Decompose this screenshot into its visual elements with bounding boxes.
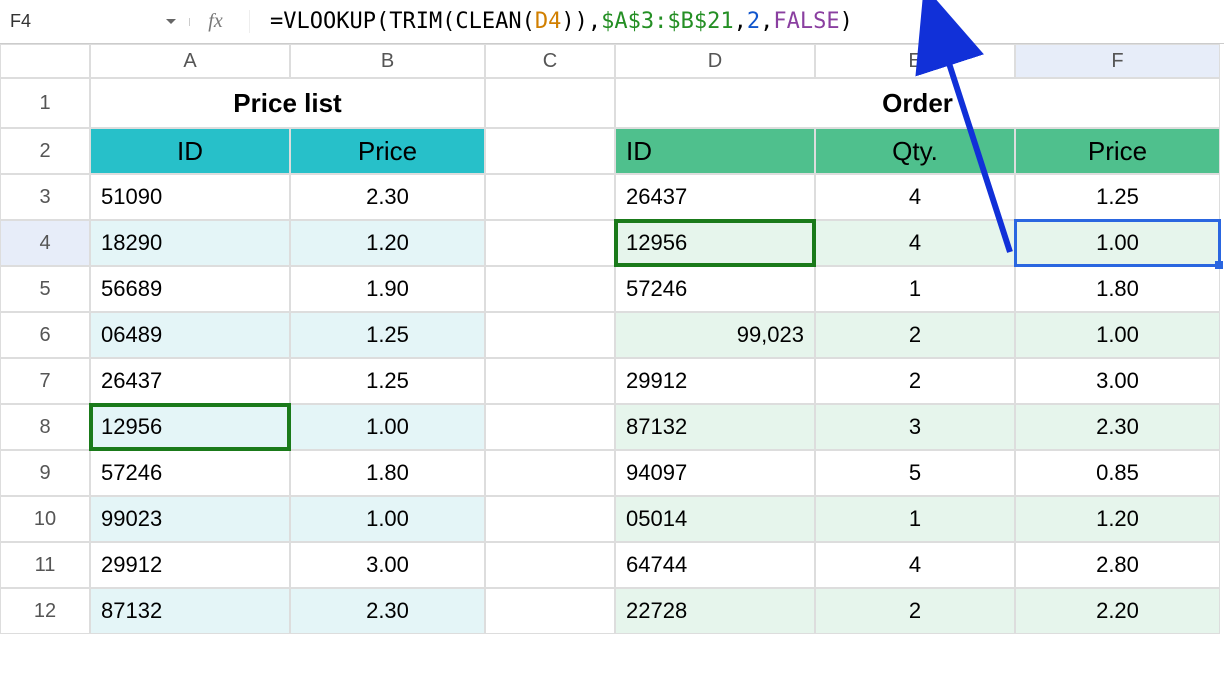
cell-C3[interactable] [485,174,615,220]
col-header-A[interactable]: A [90,44,290,78]
cell-C5[interactable] [485,266,615,312]
cell-F5[interactable]: 1.80 [1015,266,1220,312]
col-header-E[interactable]: E [815,44,1015,78]
cell-F12[interactable]: 2.20 [1015,588,1220,634]
col-header-F[interactable]: F [1015,44,1220,78]
row-header-10[interactable]: 10 [0,496,90,542]
cell-A6[interactable]: 06489 [90,312,290,358]
header-id-d[interactable]: ID [615,128,815,174]
header-id-a[interactable]: ID [90,128,290,174]
row-header-6[interactable]: 6 [0,312,90,358]
cell-B4[interactable]: 1.20 [290,220,485,266]
cell-C6[interactable] [485,312,615,358]
cell-D3[interactable]: 26437 [615,174,815,220]
cell-A12[interactable]: 87132 [90,588,290,634]
row-header-12[interactable]: 12 [0,588,90,634]
cell-F6[interactable]: 1.00 [1015,312,1220,358]
cell-E6[interactable]: 2 [815,312,1015,358]
cell-B11[interactable]: 3.00 [290,542,485,588]
cell-A10[interactable]: 99023 [90,496,290,542]
row-header-1[interactable]: 1 [0,78,90,128]
header-price-f[interactable]: Price [1015,128,1220,174]
name-box-dropdown-icon[interactable] [90,18,190,26]
header-price-b[interactable]: Price [290,128,485,174]
cell-E9[interactable]: 5 [815,450,1015,496]
select-all-corner[interactable] [0,44,90,78]
row-header-3[interactable]: 3 [0,174,90,220]
cell-E4[interactable]: 4 [815,220,1015,266]
cell-B9[interactable]: 1.80 [290,450,485,496]
cell-F9[interactable]: 0.85 [1015,450,1220,496]
cell-F10[interactable]: 1.20 [1015,496,1220,542]
cell-A11[interactable]: 29912 [90,542,290,588]
cell-D4[interactable]: 12956 [615,220,815,266]
cell-B12[interactable]: 2.30 [290,588,485,634]
cell-F3[interactable]: 1.25 [1015,174,1220,220]
cell-D9[interactable]: 94097 [615,450,815,496]
cell-A9[interactable]: 57246 [90,450,290,496]
row-header-9[interactable]: 9 [0,450,90,496]
cell-C8[interactable] [485,404,615,450]
cell-D10[interactable]: 05014 [615,496,815,542]
cell-A3[interactable]: 51090 [90,174,290,220]
header-qty-e[interactable]: Qty. [815,128,1015,174]
cell-D12[interactable]: 22728 [615,588,815,634]
cell-F11[interactable]: 2.80 [1015,542,1220,588]
cell-D11[interactable]: 64744 [615,542,815,588]
cell-F4[interactable]: 1.00 [1015,220,1220,266]
title-price-list[interactable]: Price list [90,78,485,128]
cell-E10[interactable]: 1 [815,496,1015,542]
cell-A4[interactable]: 18290 [90,220,290,266]
cell-C1[interactable] [485,78,615,128]
cell-A5[interactable]: 56689 [90,266,290,312]
spreadsheet-grid[interactable]: A B C D E F 1 Price list Order 2 ID Pric… [0,44,1224,634]
row-header-8[interactable]: 8 [0,404,90,450]
row-header-4[interactable]: 4 [0,220,90,266]
cell-F7[interactable]: 3.00 [1015,358,1220,404]
cell-E11[interactable]: 4 [815,542,1015,588]
cell-E12[interactable]: 2 [815,588,1015,634]
cell-B6[interactable]: 1.25 [290,312,485,358]
cell-A7[interactable]: 26437 [90,358,290,404]
cell-C12[interactable] [485,588,615,634]
col-header-D[interactable]: D [615,44,815,78]
fx-icon: fx [190,10,250,33]
cell-C7[interactable] [485,358,615,404]
row-header-2[interactable]: 2 [0,128,90,174]
cell-D7[interactable]: 29912 [615,358,815,404]
cell-C9[interactable] [485,450,615,496]
col-header-B[interactable]: B [290,44,485,78]
row-header-11[interactable]: 11 [0,542,90,588]
cell-E5[interactable]: 1 [815,266,1015,312]
cell-E8[interactable]: 3 [815,404,1015,450]
cell-B7[interactable]: 1.25 [290,358,485,404]
cell-B5[interactable]: 1.90 [290,266,485,312]
formula-input[interactable]: =VLOOKUP(TRIM(CLEAN(D4)),$A$3:$B$21,2,FA… [250,9,1224,34]
cell-D6[interactable]: 99,023 [615,312,815,358]
row-header-5[interactable]: 5 [0,266,90,312]
cell-E7[interactable]: 2 [815,358,1015,404]
cell-C2[interactable] [485,128,615,174]
cell-C10[interactable] [485,496,615,542]
col-header-C[interactable]: C [485,44,615,78]
cell-D8[interactable]: 87132 [615,404,815,450]
cell-E3[interactable]: 4 [815,174,1015,220]
cell-C4[interactable] [485,220,615,266]
row-header-7[interactable]: 7 [0,358,90,404]
cell-C11[interactable] [485,542,615,588]
selection-handle[interactable] [1215,261,1223,269]
cell-D5[interactable]: 57246 [615,266,815,312]
cell-B10[interactable]: 1.00 [290,496,485,542]
formula-bar: F4 fx =VLOOKUP(TRIM(CLEAN(D4)),$A$3:$B$2… [0,0,1224,44]
name-box[interactable]: F4 [0,11,90,32]
cell-B8[interactable]: 1.00 [290,404,485,450]
cell-A8[interactable]: 12956 [90,404,290,450]
cell-B3[interactable]: 2.30 [290,174,485,220]
title-order[interactable]: Order [615,78,1220,128]
cell-F8[interactable]: 2.30 [1015,404,1220,450]
